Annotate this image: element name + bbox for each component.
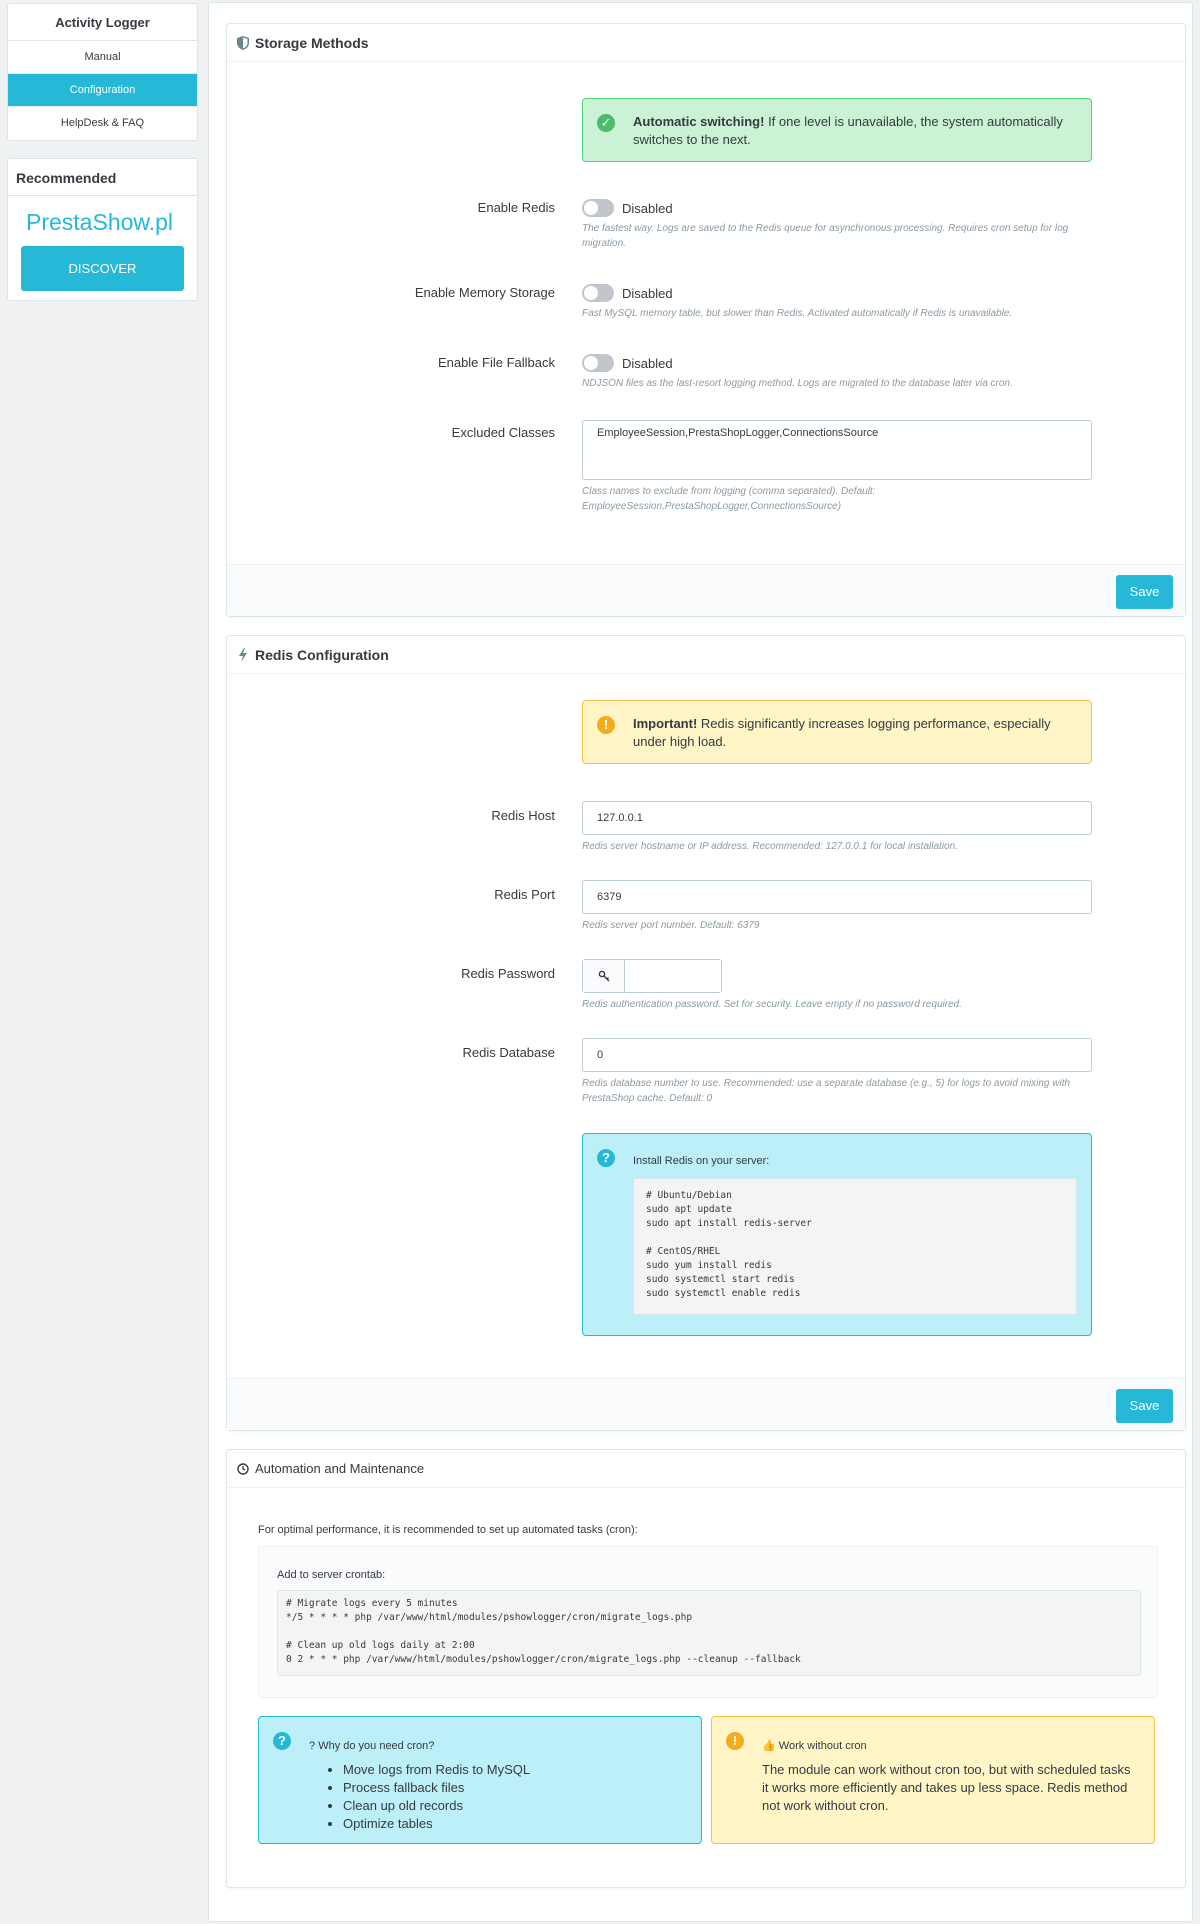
work-without-cron-title-row: 👍 Work without cron [762, 1737, 1140, 1755]
clock-icon [237, 1462, 249, 1475]
enable-file-help: NDJSON files as the last-resort logging … [582, 378, 1013, 389]
work-without-cron-title: Work without cron [778, 1740, 867, 1752]
list-item: Clean up old records [343, 1797, 687, 1815]
excluded-classes-input[interactable]: EmployeeSession,PrestaShopLogger,Connect… [582, 420, 1092, 480]
enable-memory-toggle[interactable]: Disabled [582, 283, 1092, 303]
crontab-label: Add to server crontab: [277, 1569, 386, 1581]
why-cron-list: Move logs from Redis to MySQL Process fa… [325, 1761, 687, 1833]
toggle-switch-icon[interactable] [582, 354, 614, 372]
list-item: Move logs from Redis to MySQL [343, 1761, 687, 1779]
toggle-switch-icon[interactable] [582, 199, 614, 217]
main-content: Storage Methods ✓ Automatic switching! I… [208, 2, 1193, 1922]
install-redis-code: # Ubuntu/Debian sudo apt update sudo apt… [633, 1178, 1077, 1315]
sidebar: Activity Logger Manual Configuration Hel… [7, 3, 198, 318]
work-without-cron-text: The module can work without cron too, bu… [762, 1762, 1131, 1813]
sidebar-item-configuration[interactable]: Configuration [8, 74, 197, 107]
storage-methods-panel: Storage Methods ✓ Automatic switching! I… [226, 23, 1186, 617]
redis-important-alert: ! Important! Redis significantly increas… [582, 700, 1092, 764]
enable-redis-field: Disabled The fastest way. Logs are saved… [582, 198, 1092, 251]
redis-database-input[interactable]: 0 [582, 1038, 1092, 1072]
sidebar-item-helpdesk[interactable]: HelpDesk & FAQ [8, 107, 197, 140]
enable-memory-field: Disabled Fast MySQL memory table, but sl… [582, 283, 1092, 321]
install-redis-info: ? Install Redis on your server: # Ubuntu… [582, 1133, 1092, 1336]
discover-button[interactable]: DISCOVER [21, 246, 184, 291]
save-redis-button[interactable]: Save [1116, 1389, 1173, 1423]
enable-redis-toggle[interactable]: Disabled [582, 198, 1092, 218]
prestashow-logo[interactable]: PrestaShow.pl [8, 196, 197, 246]
enable-redis-label: Enable Redis [477, 200, 555, 215]
recommended-title: Recommended [8, 159, 197, 196]
exclamation-circle-icon: ! [726, 1732, 744, 1750]
crontab-box: Add to server crontab: # Migrate logs ev… [258, 1546, 1158, 1698]
redis-database-field: 0 Redis database number to use. Recommen… [582, 1038, 1092, 1106]
excluded-classes-help: Class names to exclude from logging (com… [582, 486, 876, 512]
crontab-code: # Migrate logs every 5 minutes */5 * * *… [277, 1590, 1141, 1676]
redis-port-label: Redis Port [494, 887, 555, 902]
work-without-cron-alert: ! 👍 Work without cron The module can wor… [711, 1716, 1155, 1844]
automatic-switching-alert: ✓ Automatic switching! If one level is u… [582, 98, 1092, 162]
enable-file-field: Disabled NDJSON files as the last-resort… [582, 353, 1092, 391]
redis-configuration-panel: Redis Configuration ! Important! Redis s… [226, 635, 1186, 1431]
module-menu: Activity Logger Manual Configuration Hel… [7, 3, 198, 141]
why-cron-title-row: ? Why do you need cron? [309, 1737, 687, 1755]
install-redis-title: Install Redis on your server: [633, 1155, 770, 1167]
storage-methods-header: Storage Methods [227, 24, 1185, 62]
save-storage-button[interactable]: Save [1116, 575, 1173, 609]
redis-password-label: Redis Password [461, 966, 555, 981]
thumbs-up-icon: 👍 [762, 1740, 776, 1752]
key-icon [583, 960, 625, 992]
redis-host-label: Redis Host [491, 808, 555, 823]
toggle-switch-icon[interactable] [582, 284, 614, 302]
redis-configuration-header: Redis Configuration [227, 636, 1185, 674]
redis-port-input[interactable]: 6379 [582, 880, 1092, 914]
enable-memory-label: Enable Memory Storage [414, 285, 555, 300]
redis-database-label: Redis Database [462, 1045, 556, 1060]
why-cron-info: ? ? Why do you need cron? Move logs from… [258, 1716, 702, 1844]
enable-memory-state: Disabled [622, 285, 673, 301]
automation-intro: For optimal performance, it is recommend… [258, 1524, 638, 1536]
redis-password-group [582, 959, 722, 993]
check-circle-icon: ✓ [597, 114, 615, 132]
sidebar-item-manual[interactable]: Manual [8, 41, 197, 74]
enable-redis-help: The fastest way. Logs are saved to the R… [582, 223, 1069, 249]
enable-memory-help: Fast MySQL memory table, but slower than… [582, 308, 1013, 319]
alert-bold-text: Automatic switching! [633, 114, 765, 129]
enable-file-toggle[interactable]: Disabled [582, 353, 1092, 373]
redis-port-field: 6379 Redis server port number. Default: … [582, 880, 1092, 933]
excluded-classes-label: Excluded Classes [451, 425, 555, 440]
enable-redis-state: Disabled [622, 200, 673, 216]
redis-panel-footer: Save [227, 1378, 1185, 1430]
why-cron-title: Why do you need cron? [318, 1740, 435, 1752]
automation-panel: Automation and Maintenance For optimal p… [226, 1449, 1186, 1888]
module-title: Activity Logger [8, 4, 197, 41]
question-icon: ? [309, 1740, 316, 1752]
question-circle-icon: ? [273, 1732, 291, 1750]
recommended-card: Recommended PrestaShow.pl DISCOVER [7, 158, 198, 301]
redis-configuration-title: Redis Configuration [255, 646, 389, 663]
redis-host-field: 127.0.0.1 Redis server hostname or IP ad… [582, 801, 1092, 854]
redis-host-help: Redis server hostname or IP address. Rec… [582, 841, 958, 852]
redis-port-help: Redis server port number. Default: 6379 [582, 920, 760, 931]
automation-header: Automation and Maintenance [227, 1450, 1185, 1488]
storage-methods-title: Storage Methods [255, 34, 369, 51]
redis-password-help: Redis authentication password. Set for s… [582, 999, 963, 1010]
enable-file-state: Disabled [622, 355, 673, 371]
exclamation-circle-icon: ! [597, 716, 615, 734]
storage-panel-footer: Save [227, 564, 1185, 616]
alert-bold-text: Important! [633, 716, 698, 731]
shield-icon [237, 35, 249, 50]
list-item: Optimize tables [343, 1815, 687, 1833]
enable-file-label: Enable File Fallback [437, 355, 555, 370]
redis-host-input[interactable]: 127.0.0.1 [582, 801, 1092, 835]
automation-title: Automation and Maintenance [255, 1461, 425, 1476]
bolt-icon [239, 647, 247, 662]
question-circle-icon: ? [597, 1149, 615, 1167]
redis-password-field: Redis authentication password. Set for s… [582, 959, 1092, 1012]
redis-password-input[interactable] [625, 960, 721, 992]
list-item: Process fallback files [343, 1779, 687, 1797]
excluded-classes-field: EmployeeSession,PrestaShopLogger,Connect… [582, 420, 1092, 514]
redis-database-help: Redis database number to use. Recommende… [582, 1078, 1071, 1104]
